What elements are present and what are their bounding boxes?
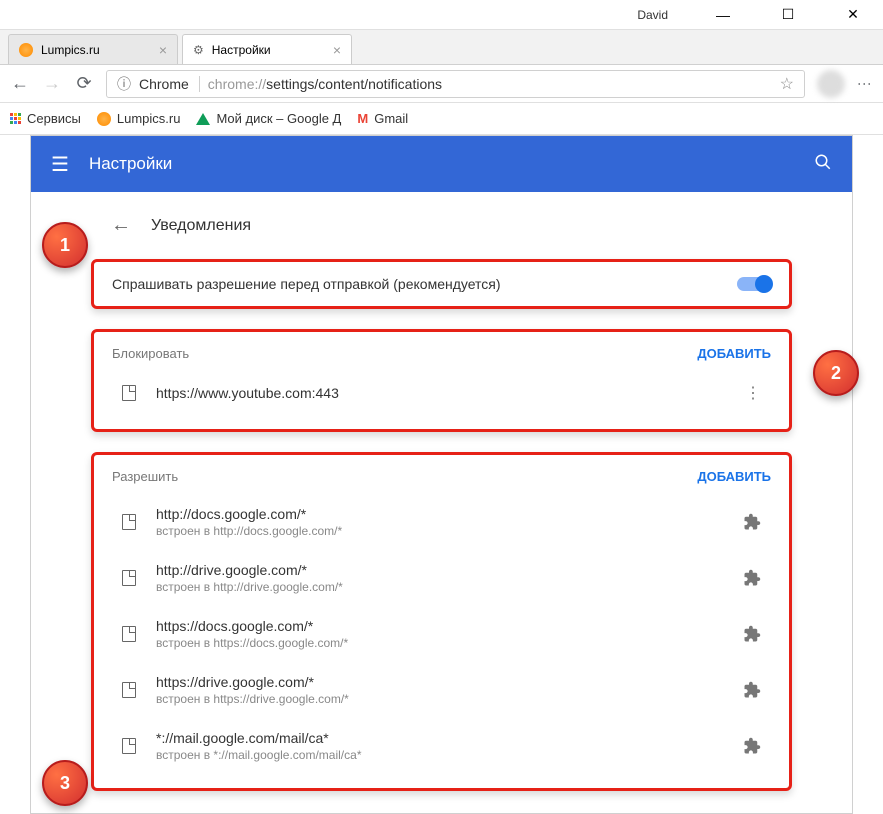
back-icon[interactable]: ←	[10, 73, 30, 94]
page-viewport[interactable]: ☰ Настройки ← Уведомления Спрашивать раз…	[30, 135, 853, 814]
toggle-label: Спрашивать разрешение перед отправкой (р…	[112, 276, 501, 292]
tab-settings[interactable]: ⚙ Настройки ×	[182, 34, 352, 64]
window-titlebar: David — ☐ ✕	[0, 0, 883, 30]
site-url: https://drive.google.com/*	[156, 674, 723, 690]
site-row: https://docs.google.com/* встроен в http…	[112, 606, 771, 662]
tab-close-icon[interactable]: ×	[159, 42, 167, 58]
site-row: *://mail.google.com/mail/ca* встроен в *…	[112, 718, 771, 774]
site-row: https://drive.google.com/* встроен в htt…	[112, 662, 771, 718]
section-allow: Разрешить ДОБАВИТЬ http://docs.google.co…	[91, 452, 792, 791]
allow-title: Разрешить	[112, 469, 178, 484]
drive-icon	[196, 113, 210, 125]
extension-icon	[743, 681, 761, 699]
callout-badge-2: 2	[813, 350, 859, 396]
site-row: http://docs.google.com/* встроен в http:…	[112, 494, 771, 550]
maximize-button[interactable]: ☐	[768, 1, 808, 29]
site-sub: встроен в https://docs.google.com/*	[156, 636, 723, 650]
site-sub: встроен в https://drive.google.com/*	[156, 692, 723, 706]
extension-icon	[743, 625, 761, 643]
callout-badge-1: 1	[42, 222, 88, 268]
extension-icon	[743, 569, 761, 587]
site-sub: встроен в http://drive.google.com/*	[156, 580, 723, 594]
omnibox[interactable]: ⓘ Chrome chrome://settings/content/notif…	[106, 70, 805, 98]
document-icon	[122, 626, 136, 642]
tab-lumpics[interactable]: Lumpics.ru ×	[8, 34, 178, 64]
chrome-menu-icon[interactable]: ⋮	[857, 77, 873, 91]
page-title: Уведомления	[151, 217, 251, 235]
more-icon[interactable]: ⋮	[745, 383, 761, 403]
bookmark-star-icon[interactable]: ☆	[780, 74, 794, 94]
bookmark-lumpics[interactable]: Lumpics.ru	[97, 111, 181, 126]
block-title: Блокировать	[112, 346, 189, 361]
gear-icon: ⚙	[193, 43, 204, 57]
extension-icon	[743, 737, 761, 755]
forward-icon[interactable]: →	[42, 73, 62, 94]
apps-icon	[10, 113, 21, 124]
back-arrow-icon[interactable]: ←	[111, 214, 131, 237]
settings-title: Настройки	[89, 154, 172, 174]
site-sub: встроен в *://mail.google.com/mail/ca*	[156, 748, 723, 762]
site-url: *://mail.google.com/mail/ca*	[156, 730, 723, 746]
lumpics-icon	[19, 43, 33, 57]
document-icon	[122, 682, 136, 698]
site-url: http://drive.google.com/*	[156, 562, 723, 578]
bookmark-drive[interactable]: Мой диск – Google Д	[196, 111, 341, 126]
extension-icon	[743, 513, 761, 531]
document-icon	[122, 738, 136, 754]
lumpics-icon	[97, 112, 111, 126]
site-sub: встроен в http://docs.google.com/*	[156, 524, 723, 538]
bookmark-apps[interactable]: Сервисы	[10, 111, 81, 126]
profile-avatar[interactable]	[817, 70, 845, 98]
tab-label: Настройки	[212, 43, 271, 57]
allow-add-button[interactable]: ДОБАВИТЬ	[697, 469, 771, 484]
block-add-button[interactable]: ДОБАВИТЬ	[697, 346, 771, 361]
notifications-toggle[interactable]	[737, 277, 771, 291]
callout-badge-3: 3	[42, 760, 88, 806]
reload-icon[interactable]: ⟳	[74, 73, 94, 94]
omnibox-url: chrome://settings/content/notifications	[208, 76, 442, 92]
bookmark-gmail[interactable]: M Gmail	[357, 111, 408, 126]
document-icon	[122, 514, 136, 530]
close-button[interactable]: ✕	[833, 1, 873, 29]
settings-header: ☰ Настройки	[31, 136, 852, 192]
settings-content: ← Уведомления Спрашивать разрешение пере…	[31, 192, 852, 814]
minimize-button[interactable]: —	[703, 1, 743, 29]
tab-close-icon[interactable]: ×	[333, 42, 341, 58]
site-url: https://www.youtube.com:443	[156, 385, 725, 401]
document-icon	[122, 385, 136, 401]
document-icon	[122, 570, 136, 586]
gmail-icon: M	[357, 111, 368, 126]
search-icon[interactable]	[814, 153, 832, 176]
site-url: http://docs.google.com/*	[156, 506, 723, 522]
site-row: http://drive.google.com/* встроен в http…	[112, 550, 771, 606]
site-row: https://www.youtube.com:443 ⋮	[112, 371, 771, 415]
info-icon: ⓘ	[117, 74, 131, 94]
site-url: https://docs.google.com/*	[156, 618, 723, 634]
address-bar: ← → ⟳ ⓘ Chrome chrome://settings/content…	[0, 65, 883, 103]
section-toggle: Спрашивать разрешение перед отправкой (р…	[91, 259, 792, 309]
tab-label: Lumpics.ru	[41, 43, 100, 57]
omnibox-label: Chrome	[139, 76, 200, 92]
window-user: David	[637, 8, 668, 22]
bookmarks-bar: Сервисы Lumpics.ru Мой диск – Google Д M…	[0, 103, 883, 135]
hamburger-icon[interactable]: ☰	[51, 152, 69, 177]
tab-strip: Lumpics.ru × ⚙ Настройки ×	[0, 30, 883, 65]
page-title-row: ← Уведомления	[91, 192, 792, 259]
section-block: Блокировать ДОБАВИТЬ https://www.youtube…	[91, 329, 792, 432]
